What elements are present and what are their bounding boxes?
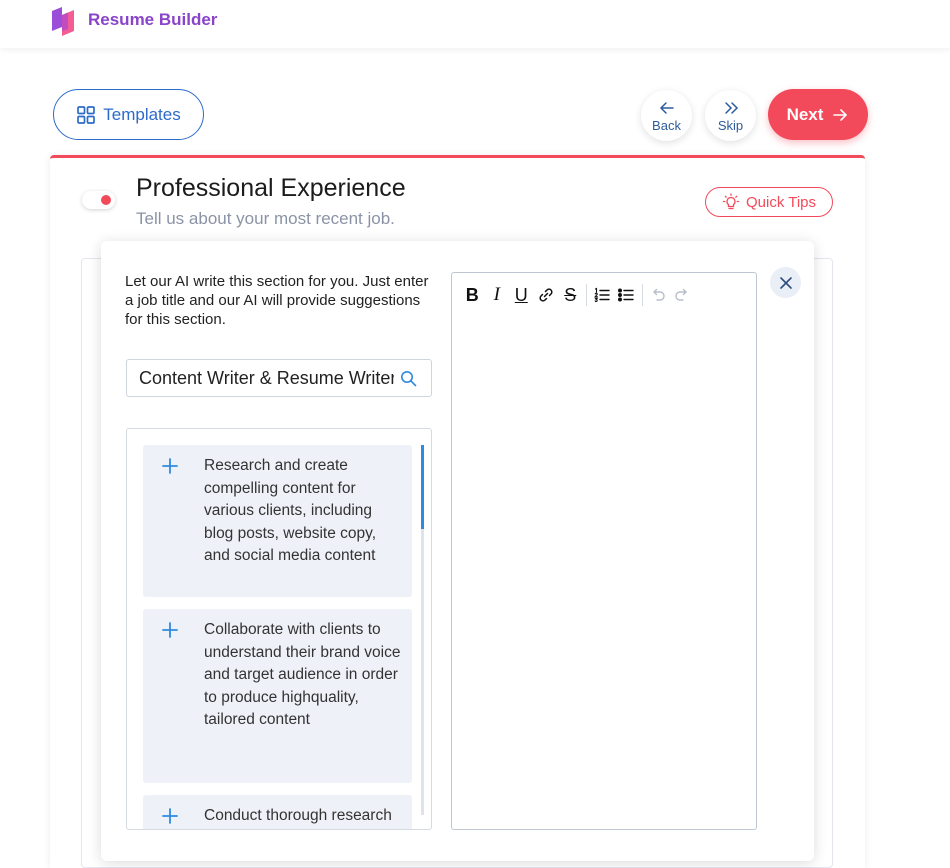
top-bar: Resume Builder (0, 0, 950, 48)
suggestions-list[interactable]: Research and create compelling content f… (126, 428, 432, 830)
bold-icon[interactable]: B (460, 283, 485, 307)
plus-icon[interactable] (161, 807, 179, 825)
suggestion-text: Research and create compelling content f… (204, 457, 377, 564)
ai-intro-text: Let our AI write this section for you. J… (125, 273, 429, 328)
scrollbar-thumb[interactable] (421, 445, 424, 529)
suggestion-item[interactable]: Collaborate with clients to understand t… (143, 609, 412, 783)
section-subtitle: Tell us about your most recent job. (136, 209, 395, 228)
suggestion-text: Collaborate with clients to understand t… (204, 621, 401, 728)
strikethrough-icon[interactable]: S (558, 283, 583, 307)
back-label: Back (652, 117, 681, 133)
templates-button[interactable]: Templates (53, 89, 204, 140)
back-button[interactable]: Back (641, 90, 692, 141)
undo-icon[interactable] (646, 283, 671, 307)
skip-button[interactable]: Skip (705, 90, 756, 141)
arrow-right-icon (833, 108, 848, 121)
toolbar-divider (585, 284, 587, 306)
quick-tips-label: Quick Tips (745, 193, 817, 211)
job-title-search[interactable] (126, 359, 432, 397)
section-title: Professional Experience (136, 174, 406, 202)
toolbar-divider (641, 284, 643, 306)
ordered-list-icon[interactable] (590, 283, 615, 307)
suggestion-item[interactable]: Research and create compelling content f… (143, 445, 412, 597)
next-button[interactable]: Next (768, 89, 868, 140)
section-toggle[interactable] (82, 191, 115, 209)
quick-tips-button[interactable]: Quick Tips (705, 187, 833, 217)
bullet-list-icon[interactable] (614, 283, 639, 307)
editor-toolbar: B I U S (460, 283, 695, 307)
brand-name[interactable]: Resume Builder (88, 10, 217, 30)
job-title-input[interactable] (139, 367, 394, 389)
plus-icon[interactable] (161, 457, 179, 475)
next-label: Next (786, 104, 824, 124)
close-button[interactable] (770, 267, 801, 298)
templates-label: Templates (103, 104, 181, 124)
toggle-knob (101, 195, 111, 205)
rich-text-editor[interactable]: B I U S (451, 272, 757, 830)
plus-icon[interactable] (161, 621, 179, 639)
lightbulb-icon (722, 193, 740, 210)
redo-icon[interactable] (670, 283, 695, 307)
grid-icon (77, 105, 96, 124)
search-icon[interactable] (400, 370, 417, 387)
link-icon[interactable] (534, 283, 559, 307)
brand-logo[interactable] (48, 5, 78, 37)
italic-icon[interactable]: I (485, 283, 510, 307)
suggestion-text: Conduct thorough research (204, 807, 392, 824)
close-icon (779, 276, 792, 289)
skip-label: Skip (717, 117, 744, 133)
suggestion-item[interactable]: Conduct thorough research (143, 795, 412, 829)
underline-icon[interactable]: U (509, 283, 534, 307)
double-chevron-right-icon (724, 101, 738, 114)
arrow-left-icon (659, 101, 674, 114)
